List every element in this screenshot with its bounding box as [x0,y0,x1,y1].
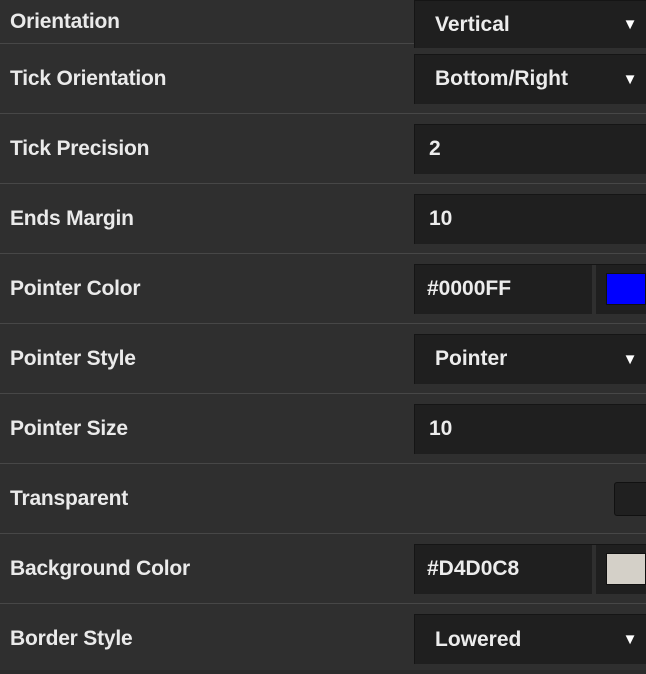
background-color-label: Background Color [10,556,190,580]
pointer-color-input[interactable]: #0000FF [415,277,592,301]
pointer-style-value: Pointer [435,347,508,370]
pointer-style-label: Pointer Style [10,346,136,370]
border-style-value: Lowered [435,627,522,651]
ends-margin-value: 10 [429,207,453,230]
pointer-style-select[interactable]: Pointer ▼ [414,333,646,384]
properties-panel: Orientation Vertical ▼ Tick Orientation … [0,0,646,670]
tick-precision-value: 2 [429,137,441,160]
border-style-label: Border Style [10,627,133,650]
property-row-pointer-color: Pointer Color #0000FF [0,254,646,324]
pointer-size-label: Pointer Size [10,416,128,440]
pointer-color-swatch[interactable] [606,273,646,305]
border-style-select[interactable]: Lowered ▼ [414,614,646,664]
orientation-value: Vertical [435,12,510,36]
property-row-orientation: Orientation Vertical ▼ [0,0,646,48]
property-row-tick-precision: Tick Precision 2 [0,114,646,184]
pointer-color-field: #0000FF [414,263,646,314]
background-color-input[interactable]: #D4D0C8 [415,557,592,581]
background-color-swatch-button[interactable] [596,545,646,594]
tick-orientation-value: Bottom/Right [435,67,568,90]
transparent-label: Transparent [10,486,129,510]
property-row-border-style: Border Style Lowered ▼ [0,604,646,674]
tick-orientation-label: Tick Orientation [10,66,167,90]
property-row-transparent: Transparent [0,464,646,534]
chevron-down-icon: ▼ [622,631,638,648]
ends-margin-label: Ends Margin [10,206,134,230]
pointer-size-value: 10 [429,417,453,440]
property-row-pointer-style: Pointer Style Pointer ▼ [0,324,646,394]
pointer-color-swatch-button[interactable] [596,265,646,314]
property-row-background-color: Background Color #D4D0C8 [0,534,646,604]
tick-orientation-select[interactable]: Bottom/Right ▼ [414,53,646,104]
orientation-label: Orientation [10,9,120,33]
background-color-field: #D4D0C8 [414,543,646,594]
chevron-down-icon: ▼ [622,70,638,88]
tick-precision-label: Tick Precision [10,136,150,160]
ends-margin-input[interactable]: 10 [414,193,646,244]
orientation-select[interactable]: Vertical ▼ [414,0,646,48]
chevron-down-icon: ▼ [622,350,638,368]
property-row-pointer-size: Pointer Size 10 [0,394,646,464]
transparent-checkbox[interactable] [614,481,646,516]
tick-precision-input[interactable]: 2 [414,123,646,174]
property-row-tick-orientation: Tick Orientation Bottom/Right ▼ [0,44,646,114]
property-row-ends-margin: Ends Margin 10 [0,184,646,254]
pointer-size-input[interactable]: 10 [414,403,646,454]
background-color-swatch[interactable] [606,553,646,585]
pointer-color-label: Pointer Color [10,276,141,300]
chevron-down-icon: ▼ [622,16,638,33]
